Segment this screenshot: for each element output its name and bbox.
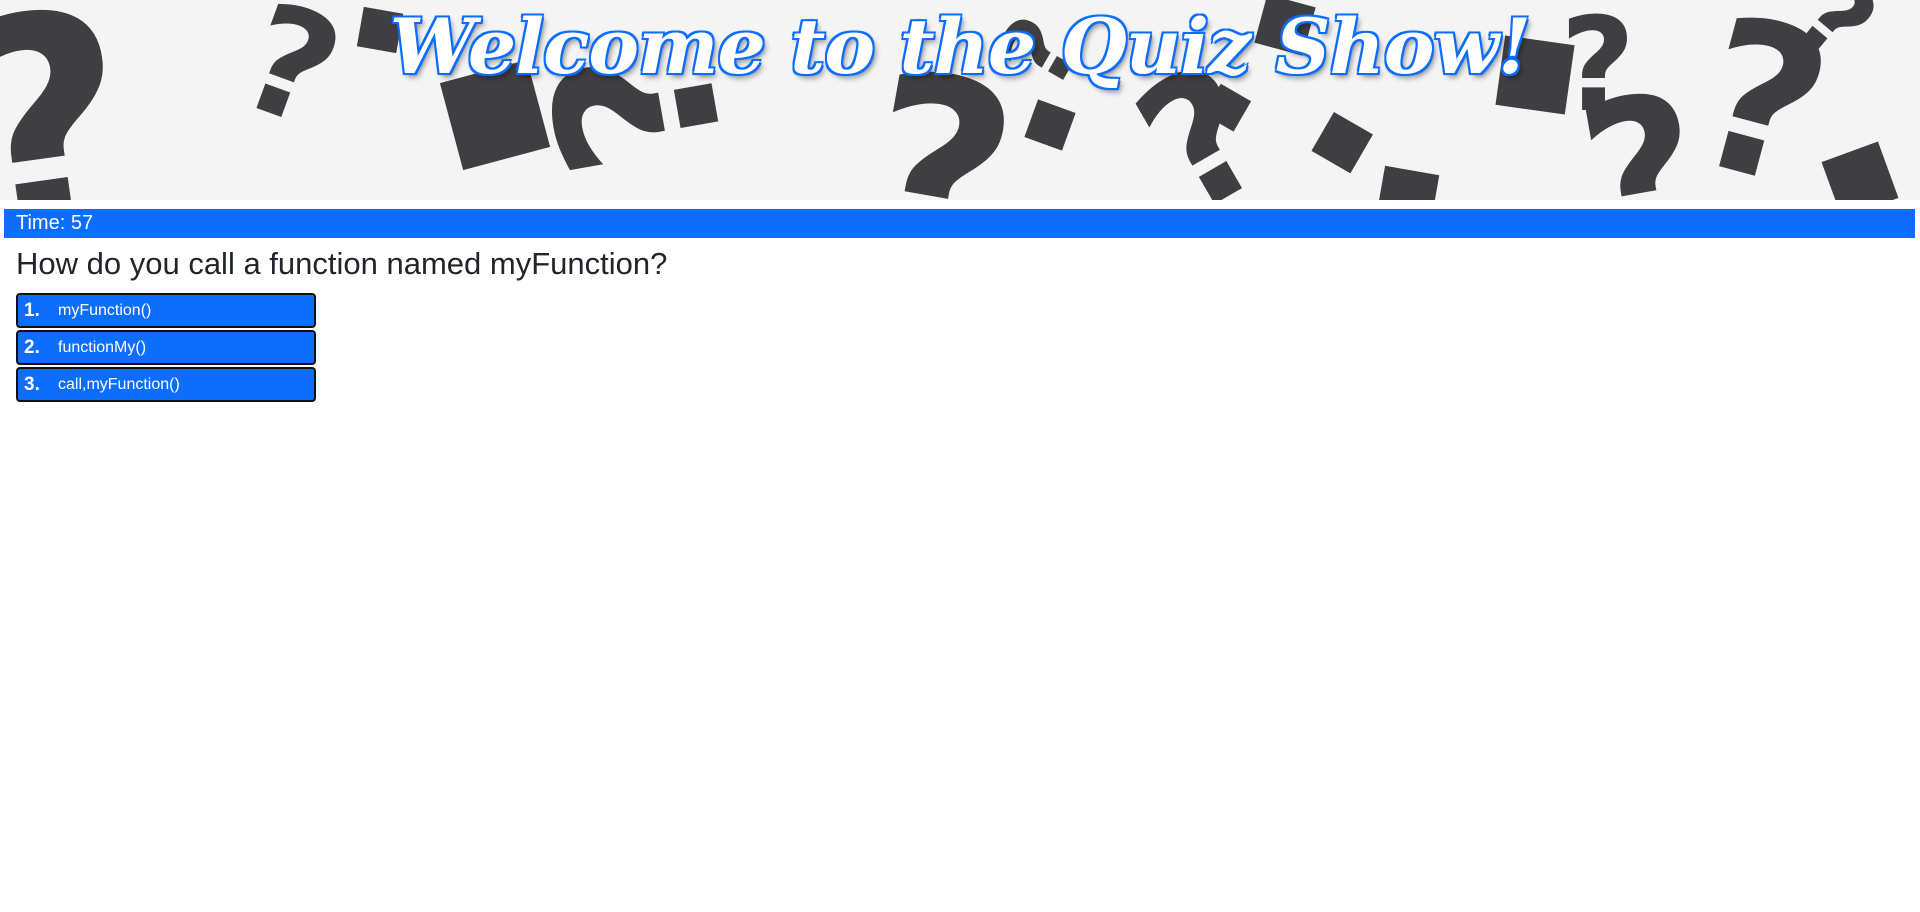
answer-number: 1. bbox=[24, 299, 40, 321]
answer-number: 3. bbox=[24, 373, 40, 395]
answer-button-1[interactable]: 1. myFunction() bbox=[16, 293, 316, 328]
answer-number: 2. bbox=[24, 336, 40, 358]
answer-label: call,myFunction() bbox=[58, 375, 180, 393]
timer-bar: Time: 57 bbox=[4, 209, 1915, 238]
timer-label: Time: 57 bbox=[16, 212, 94, 234]
question-text: How do you call a function named myFunct… bbox=[16, 246, 668, 281]
page-title: Welcome to the Quiz Show! bbox=[389, 2, 1532, 91]
header-banner: ? ? ? ? ? ? ? ? ? ? Welcome to the Quiz … bbox=[0, 0, 1920, 200]
answer-label: myFunction() bbox=[58, 301, 152, 319]
answer-list: 1. myFunction() 2. functionMy() 3. call,… bbox=[16, 293, 316, 404]
answer-label: functionMy() bbox=[58, 338, 147, 356]
answer-button-3[interactable]: 3. call,myFunction() bbox=[16, 367, 316, 402]
answer-button-2[interactable]: 2. functionMy() bbox=[16, 330, 316, 365]
